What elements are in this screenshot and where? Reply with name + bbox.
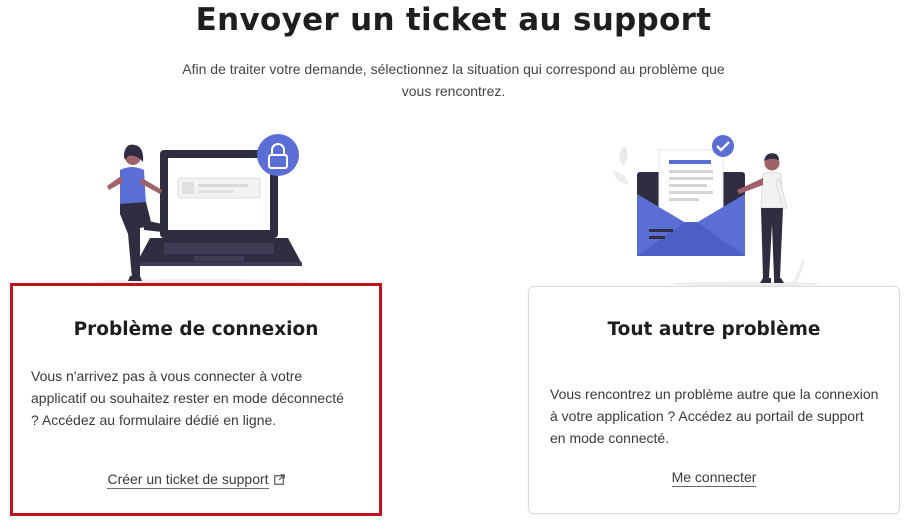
card-other-problem[interactable]: Tout autre problème Vous rencontrez un p… xyxy=(528,286,900,514)
external-link-icon[interactable] xyxy=(273,474,285,485)
card-description: Vous n'arrivez pas à vous connecter à vo… xyxy=(31,368,344,428)
create-ticket-link-wrap: Créer un ticket de support xyxy=(13,471,379,489)
page-title: Envoyer un ticket au support xyxy=(195,2,712,38)
woman-laptop-lock-icon xyxy=(94,134,310,285)
page-subtitle: Afin de traiter votre demande, sélection… xyxy=(182,61,725,99)
card-title: Problème de connexion xyxy=(73,319,319,340)
card-connection-problem[interactable]: Problème de connexion Vous n'arrivez pas… xyxy=(10,283,382,516)
connection-illustration xyxy=(92,132,312,287)
create-ticket-link-label: Créer un ticket de support xyxy=(107,471,269,487)
card-description: Vous rencontrez un problème autre que la… xyxy=(550,386,879,446)
login-link[interactable]: Me connecter xyxy=(671,469,757,487)
support-illustration xyxy=(605,130,820,287)
login-link-wrap: Me connecter xyxy=(529,469,899,487)
card-title: Tout autre problème xyxy=(607,319,821,340)
create-ticket-link[interactable]: Créer un ticket de support xyxy=(107,471,269,489)
man-envelope-document-icon xyxy=(613,135,819,287)
